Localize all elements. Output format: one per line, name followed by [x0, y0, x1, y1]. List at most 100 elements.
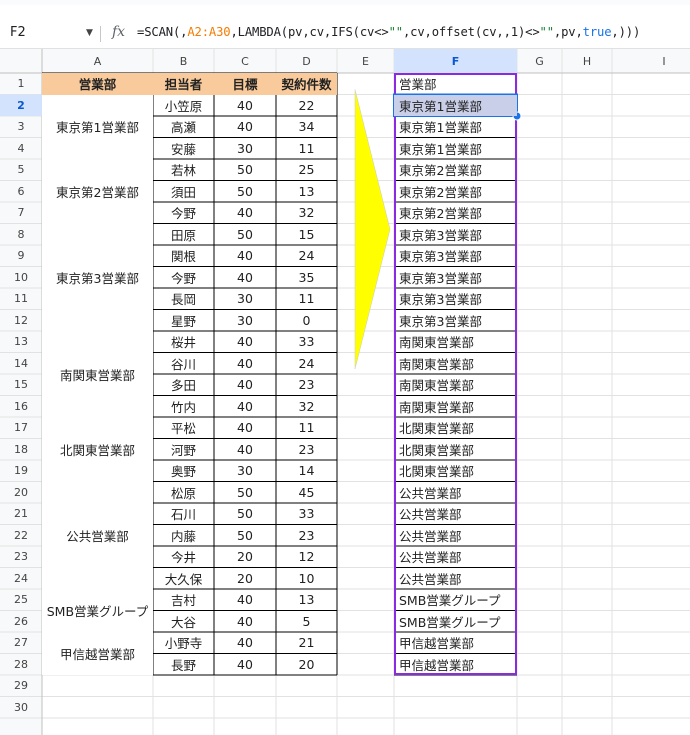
column-header-a[interactable]: A: [42, 49, 153, 73]
contracts-cell[interactable]: 12: [276, 546, 337, 568]
target-cell[interactable]: 20: [214, 546, 276, 568]
person-cell[interactable]: 大久保: [153, 568, 214, 590]
row-header[interactable]: 4: [0, 138, 42, 160]
row-header[interactable]: 22: [0, 525, 42, 547]
target-cell[interactable]: 40: [214, 267, 276, 289]
row-header[interactable]: 2: [0, 94, 42, 116]
contracts-cell[interactable]: 21: [276, 632, 337, 654]
target-cell[interactable]: 50: [214, 181, 276, 203]
person-cell[interactable]: 松原: [153, 482, 214, 504]
person-cell[interactable]: 多田: [153, 374, 214, 396]
result-cell[interactable]: 東京第3営業部: [394, 267, 517, 289]
row-header[interactable]: 13: [0, 331, 42, 353]
person-cell[interactable]: 安藤: [153, 138, 214, 160]
target-cell[interactable]: 30: [214, 138, 276, 160]
contracts-cell[interactable]: 13: [276, 181, 337, 203]
person-cell[interactable]: 今井: [153, 546, 214, 568]
target-cell[interactable]: 40: [214, 632, 276, 654]
target-cell[interactable]: 30: [214, 288, 276, 310]
contracts-cell[interactable]: 11: [276, 288, 337, 310]
result-cell[interactable]: 東京第2営業部: [394, 159, 517, 181]
contracts-cell[interactable]: 20: [276, 654, 337, 676]
row-header[interactable]: 23: [0, 546, 42, 568]
contracts-cell[interactable]: 11: [276, 417, 337, 439]
person-cell[interactable]: 若林: [153, 159, 214, 181]
contracts-cell[interactable]: 22: [276, 95, 337, 117]
target-cell[interactable]: 40: [214, 589, 276, 611]
row-header[interactable]: 9: [0, 245, 42, 267]
person-cell[interactable]: 河野: [153, 439, 214, 461]
target-cell[interactable]: 40: [214, 202, 276, 224]
contracts-cell[interactable]: 14: [276, 460, 337, 482]
row-header[interactable]: 11: [0, 288, 42, 310]
dept-merged-cell[interactable]: 東京第3営業部: [42, 223, 153, 331]
row-header[interactable]: 21: [0, 503, 42, 525]
result-cell[interactable]: 公共営業部: [394, 503, 517, 525]
person-cell[interactable]: 今野: [153, 267, 214, 289]
result-cell[interactable]: 東京第1営業部: [394, 138, 517, 160]
result-cell[interactable]: 東京第1営業部: [394, 94, 517, 116]
target-cell[interactable]: 40: [214, 439, 276, 461]
contracts-cell[interactable]: 10: [276, 568, 337, 590]
row-header[interactable]: 17: [0, 417, 42, 439]
row-header[interactable]: 27: [0, 632, 42, 654]
row-header[interactable]: 26: [0, 611, 42, 633]
contracts-cell[interactable]: 23: [276, 374, 337, 396]
person-cell[interactable]: 内藤: [153, 525, 214, 547]
result-cell[interactable]: 公共営業部: [394, 546, 517, 568]
row-header[interactable]: 12: [0, 310, 42, 332]
person-cell[interactable]: 田原: [153, 224, 214, 246]
contracts-cell[interactable]: 13: [276, 589, 337, 611]
table-header-cell[interactable]: 契約件数: [276, 73, 337, 95]
person-cell[interactable]: 石川: [153, 503, 214, 525]
target-cell[interactable]: 30: [214, 460, 276, 482]
row-header[interactable]: 15: [0, 374, 42, 396]
table-header-cell[interactable]: 担当者: [153, 73, 214, 95]
column-header-d[interactable]: D: [276, 49, 337, 73]
row-header[interactable]: 19: [0, 460, 42, 482]
person-cell[interactable]: 長岡: [153, 288, 214, 310]
result-cell[interactable]: 南関東営業部: [394, 331, 517, 353]
column-header-i[interactable]: I: [612, 49, 690, 73]
target-cell[interactable]: 40: [214, 654, 276, 676]
dept-merged-cell[interactable]: 南関東営業部: [42, 331, 153, 417]
result-cell[interactable]: 東京第3営業部: [394, 245, 517, 267]
person-cell[interactable]: 小野寺: [153, 632, 214, 654]
row-header[interactable]: 5: [0, 159, 42, 181]
result-cell[interactable]: 東京第2営業部: [394, 181, 517, 203]
row-header[interactable]: 25: [0, 589, 42, 611]
dept-merged-cell[interactable]: SMB営業グループ: [42, 589, 153, 632]
result-cell[interactable]: 公共営業部: [394, 525, 517, 547]
row-header[interactable]: 1: [0, 73, 42, 95]
contracts-cell[interactable]: 35: [276, 267, 337, 289]
formula-input[interactable]: =SCAN(,A2:A30,LAMBDA(pv,cv,IFS(cv<>"",cv…: [137, 25, 640, 39]
result-cell[interactable]: 東京第3営業部: [394, 288, 517, 310]
person-cell[interactable]: 須田: [153, 181, 214, 203]
row-header[interactable]: 8: [0, 224, 42, 246]
result-cell[interactable]: 甲信越営業部: [394, 654, 517, 676]
person-cell[interactable]: 高瀬: [153, 116, 214, 138]
result-cell[interactable]: 南関東営業部: [394, 353, 517, 375]
result-cell[interactable]: SMB営業グループ: [394, 611, 517, 633]
row-header[interactable]: 18: [0, 439, 42, 461]
result-cell[interactable]: 東京第3営業部: [394, 310, 517, 332]
result-cell[interactable]: 甲信越営業部: [394, 632, 517, 654]
dept-merged-cell[interactable]: 北関東営業部: [42, 417, 153, 482]
contracts-cell[interactable]: 0: [276, 310, 337, 332]
target-cell[interactable]: 40: [214, 95, 276, 117]
contracts-cell[interactable]: 23: [276, 439, 337, 461]
person-cell[interactable]: 長野: [153, 654, 214, 676]
result-cell[interactable]: 公共営業部: [394, 568, 517, 590]
row-header[interactable]: 3: [0, 116, 42, 138]
contracts-cell[interactable]: 24: [276, 245, 337, 267]
person-cell[interactable]: 平松: [153, 417, 214, 439]
target-cell[interactable]: 50: [214, 525, 276, 547]
person-cell[interactable]: 関根: [153, 245, 214, 267]
row-header[interactable]: 20: [0, 482, 42, 504]
column-header-b[interactable]: B: [153, 49, 214, 73]
result-cell[interactable]: 南関東営業部: [394, 374, 517, 396]
name-box-dropdown-icon[interactable]: ▼: [86, 28, 93, 38]
dept-merged-cell[interactable]: 公共営業部: [42, 481, 153, 589]
target-cell[interactable]: 30: [214, 310, 276, 332]
column-header-e[interactable]: E: [337, 49, 394, 73]
